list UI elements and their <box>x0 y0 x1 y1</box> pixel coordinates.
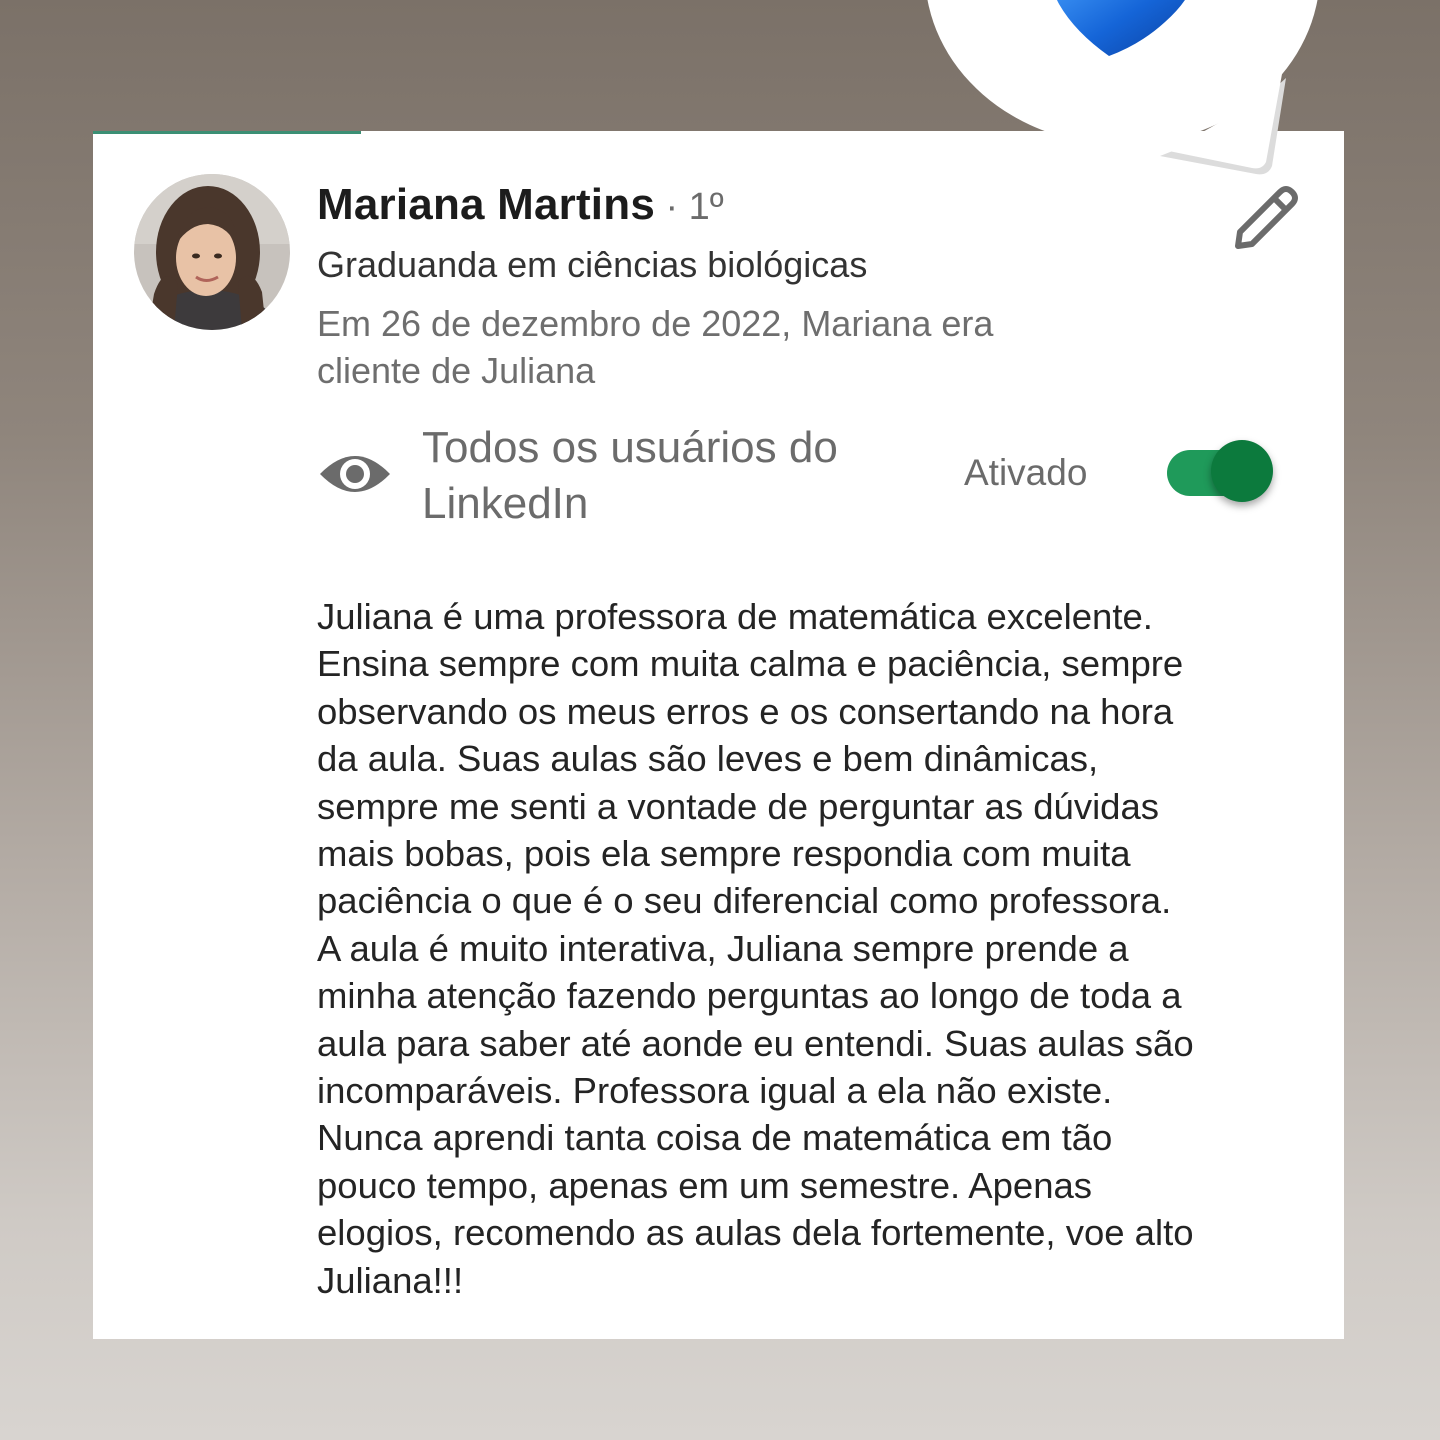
recommendation-line: mais bobas, pois ela sempre respondia co… <box>317 833 1131 875</box>
recommender-name[interactable]: Mariana Martins <box>317 180 655 229</box>
recommendation-line: Ensina sempre com muita calma e paciênci… <box>317 643 1184 685</box>
visibility-toggle[interactable] <box>1167 440 1277 506</box>
recommendation-line: A aula é muito interativa, Juliana sempr… <box>317 927 1129 969</box>
recommendation-line: pouco tempo, apenas em um semestre. Apen… <box>317 1164 1093 1206</box>
visibility-label: Todos os usuários do LinkedIn <box>422 423 838 528</box>
tab-indicator <box>93 131 361 134</box>
recommendation-line: Juliana é uma professora de matemática e… <box>317 596 1153 637</box>
recommendation-line: minha atenção fazendo perguntas ao longo… <box>317 975 1182 1017</box>
recommendation-line: sempre me senti a vontade de perguntar a… <box>317 785 1160 827</box>
avatar[interactable] <box>134 174 290 330</box>
recommendation-line: observando os meus erros e os consertand… <box>317 690 1174 732</box>
recommendation-line: Nunca aprendi tanta coisa de matemática … <box>317 1117 1113 1159</box>
recommendation-line: aula para saber até aonde eu entendi. Su… <box>317 1022 1194 1064</box>
avatar-photo <box>134 174 290 330</box>
connection-degree: · 1º <box>665 186 724 228</box>
pencil-icon[interactable] <box>1228 178 1302 252</box>
recommendation-line: da aula. Suas aulas são leves e bem dinâ… <box>317 738 1099 780</box>
relationship-description: Em 26 de dezembro de 2022, Mariana era c… <box>317 303 994 391</box>
toggle-knob <box>1211 440 1273 502</box>
eye-icon <box>320 456 390 492</box>
blue-heart-icon <box>1057 0 1185 56</box>
recommendation-line: elogios, recomendo as aulas dela forteme… <box>317 1212 1194 1254</box>
recommender-headline: Graduanda em ciências biológicas <box>317 244 868 285</box>
recommender-name-row: Mariana Martins · 1º <box>317 180 724 230</box>
recommendation-line: incomparáveis. Professora igual a ela nã… <box>317 1070 1113 1112</box>
recommendation-text: Juliana é uma professora de matemática e… <box>317 593 1317 1304</box>
recommendation-line: Juliana!!! <box>317 1259 464 1301</box>
recommendation-line: paciência o que é o seu diferencial como… <box>317 880 1172 922</box>
visibility-status: Ativado <box>964 452 1088 493</box>
